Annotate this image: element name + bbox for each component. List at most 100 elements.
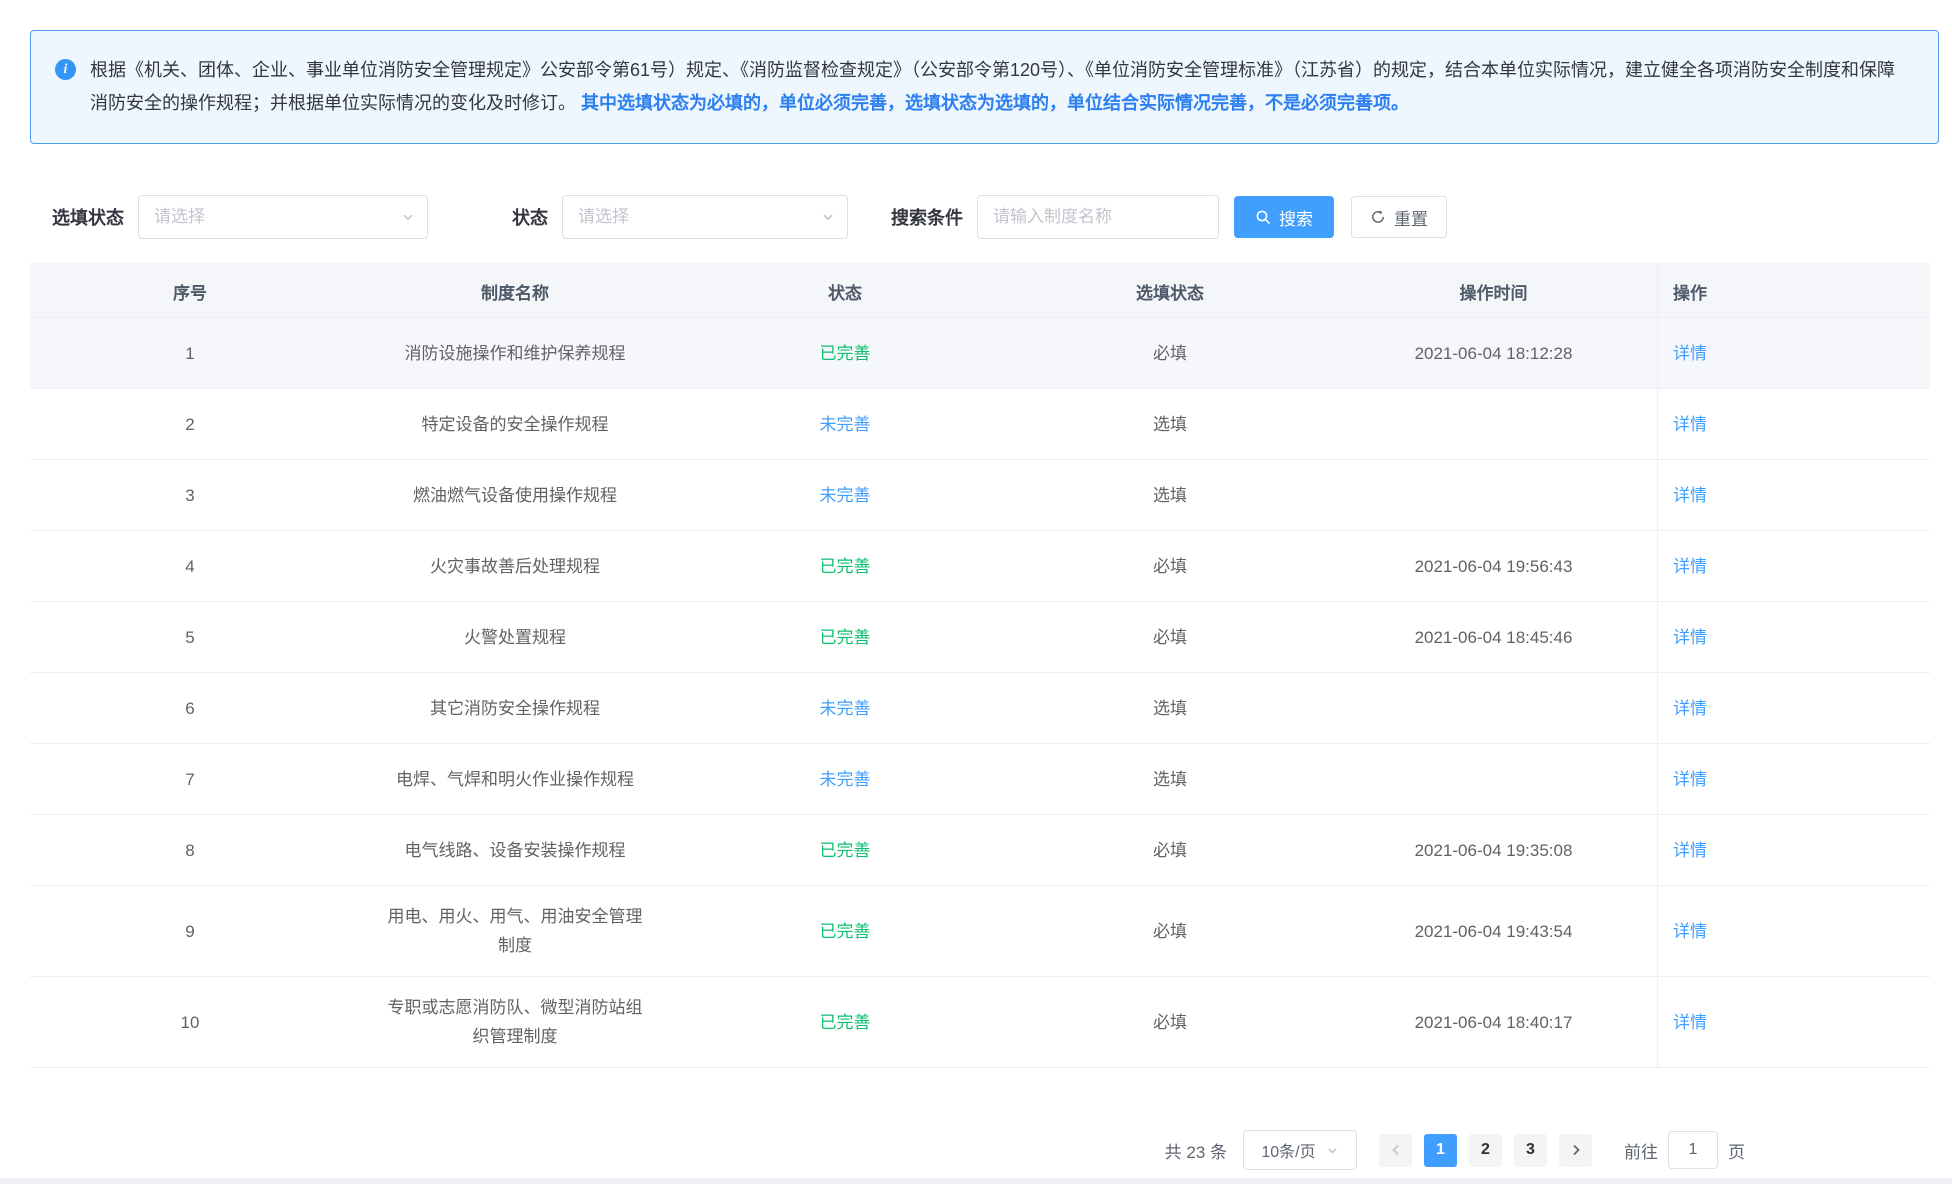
optional-status-select[interactable]	[138, 195, 428, 239]
chevron-left-icon	[1389, 1143, 1403, 1157]
detail-link[interactable]: 详情	[1657, 815, 1722, 885]
row-filler	[1722, 460, 1930, 530]
table-row: 10专职或志愿消防队、微型消防站组织管理制度已完善必填2021-06-04 18…	[30, 977, 1930, 1068]
fill-status-cell: 必填	[1010, 531, 1330, 601]
detail-link[interactable]: 详情	[1657, 673, 1722, 743]
detail-link[interactable]: 详情	[1657, 977, 1722, 1067]
search-button-label: 搜索	[1279, 205, 1313, 230]
prev-page-button[interactable]	[1379, 1134, 1412, 1167]
window-bottom-edge	[0, 1178, 1952, 1184]
status-cell: 已完善	[680, 318, 1010, 388]
status-cell: 未完善	[680, 460, 1010, 530]
fill-status-cell: 必填	[1010, 815, 1330, 885]
search-input-box	[977, 195, 1219, 239]
banner-text-highlight: 其中选填状态为必填的，单位必须完善，选填状态为选填的，单位结合实际情况完善，不是…	[581, 93, 1409, 113]
search-icon	[1255, 209, 1271, 225]
banner-text: 根据《机关、团体、企业、事业单位消防安全管理规定》公安部令第61号）规定、《消防…	[90, 54, 1900, 120]
table-header: 序号 制度名称 状态 选填状态 操作时间 操作	[30, 263, 1930, 318]
optional-status-label: 选填状态	[52, 204, 124, 230]
page-button-1[interactable]: 1	[1424, 1134, 1457, 1167]
detail-link[interactable]: 详情	[1657, 602, 1722, 672]
row-filler	[1722, 744, 1930, 814]
table-row: 9用电、用火、用气、用油安全管理制度已完善必填2021-06-04 19:43:…	[30, 886, 1930, 977]
page-button-3[interactable]: 3	[1514, 1134, 1547, 1167]
detail-link[interactable]: 详情	[1657, 744, 1722, 814]
institution-name-cell: 消防设施操作和维护保养规程	[350, 318, 680, 388]
row-index-cell: 9	[30, 886, 350, 976]
table-body: 1消防设施操作和维护保养规程已完善必填2021-06-04 18:12:28详情…	[30, 318, 1930, 1068]
status-select-input[interactable]	[578, 207, 815, 227]
row-filler	[1722, 815, 1930, 885]
next-page-button[interactable]	[1559, 1134, 1592, 1167]
goto-suffix: 页	[1728, 1138, 1745, 1163]
chevron-right-icon	[1569, 1143, 1583, 1157]
institution-name-cell: 专职或志愿消防队、微型消防站组织管理制度	[350, 977, 680, 1067]
institution-name-cell: 特定设备的安全操作规程	[350, 389, 680, 459]
fill-status-cell: 必填	[1010, 977, 1330, 1067]
row-filler	[1722, 602, 1930, 672]
operation-time-cell	[1330, 460, 1657, 530]
fill-status-cell: 选填	[1010, 460, 1330, 530]
row-index-cell: 4	[30, 531, 350, 601]
search-button[interactable]: 搜索	[1234, 196, 1334, 238]
column-header-index: 序号	[30, 263, 350, 324]
goto-page-input[interactable]	[1668, 1131, 1718, 1169]
status-cell: 已完善	[680, 602, 1010, 672]
status-cell: 已完善	[680, 815, 1010, 885]
table-row: 7电焊、气焊和明火作业操作规程未完善选填详情	[30, 744, 1930, 815]
operation-time-cell: 2021-06-04 18:12:28	[1330, 318, 1657, 388]
institution-name-cell: 火警处置规程	[350, 602, 680, 672]
row-filler	[1722, 389, 1930, 459]
row-index-cell: 8	[30, 815, 350, 885]
optional-status-select-input[interactable]	[154, 207, 395, 227]
detail-link[interactable]: 详情	[1657, 389, 1722, 459]
status-label: 状态	[512, 204, 548, 230]
institution-name-cell: 火灾事故善后处理规程	[350, 531, 680, 601]
status-select[interactable]	[562, 195, 848, 239]
operation-time-cell: 2021-06-04 19:35:08	[1330, 815, 1657, 885]
info-banner: i 根据《机关、团体、企业、事业单位消防安全管理规定》公安部令第61号）规定、《…	[30, 30, 1939, 144]
row-filler	[1722, 977, 1930, 1067]
institution-name-cell: 电焊、气焊和明火作业操作规程	[350, 744, 680, 814]
operation-time-cell	[1330, 389, 1657, 459]
reset-button[interactable]: 重置	[1351, 196, 1447, 238]
chevron-down-icon	[1326, 1144, 1339, 1157]
operation-time-cell	[1330, 744, 1657, 814]
row-index-cell: 3	[30, 460, 350, 530]
status-cell: 未完善	[680, 744, 1010, 814]
info-icon: i	[55, 59, 76, 80]
row-filler	[1722, 673, 1930, 743]
regulations-table: 序号 制度名称 状态 选填状态 操作时间 操作 1消防设施操作和维护保养规程已完…	[30, 263, 1930, 1068]
row-index-cell: 10	[30, 977, 350, 1067]
operation-time-cell: 2021-06-04 18:45:46	[1330, 602, 1657, 672]
chevron-down-icon	[821, 210, 835, 224]
detail-link[interactable]: 详情	[1657, 531, 1722, 601]
detail-link[interactable]: 详情	[1657, 460, 1722, 530]
institution-name-cell: 电气线路、设备安装操作规程	[350, 815, 680, 885]
detail-link[interactable]: 详情	[1657, 886, 1722, 976]
page-button-2[interactable]: 2	[1469, 1134, 1502, 1167]
institution-name-cell: 其它消防安全操作规程	[350, 673, 680, 743]
total-count: 共 23 条	[1165, 1138, 1227, 1163]
page: i 根据《机关、团体、企业、事业单位消防安全管理规定》公安部令第61号）规定、《…	[0, 0, 1952, 1184]
status-cell: 已完善	[680, 886, 1010, 976]
table-row: 5火警处置规程已完善必填2021-06-04 18:45:46详情	[30, 602, 1930, 673]
row-filler	[1722, 886, 1930, 976]
page-size-select[interactable]: 10条/页	[1243, 1130, 1357, 1170]
fill-status-cell: 必填	[1010, 602, 1330, 672]
refresh-icon	[1370, 209, 1386, 225]
search-input[interactable]	[993, 207, 1206, 227]
header-filler	[1722, 263, 1930, 324]
column-header-fill-status: 选填状态	[1010, 263, 1330, 324]
operation-time-cell: 2021-06-04 19:56:43	[1330, 531, 1657, 601]
fill-status-cell: 选填	[1010, 744, 1330, 814]
pagination: 共 23 条 10条/页 123 前往 页	[1165, 1128, 1745, 1172]
table-row: 4火灾事故善后处理规程已完善必填2021-06-04 19:56:43详情	[30, 531, 1930, 602]
table-row: 6其它消防安全操作规程未完善选填详情	[30, 673, 1930, 744]
table-row: 2特定设备的安全操作规程未完善选填详情	[30, 389, 1930, 460]
table-row: 1消防设施操作和维护保养规程已完善必填2021-06-04 18:12:28详情	[30, 318, 1930, 389]
page-buttons: 123	[1412, 1134, 1547, 1167]
institution-name-cell: 燃油燃气设备使用操作规程	[350, 460, 680, 530]
detail-link[interactable]: 详情	[1657, 318, 1722, 388]
fill-status-cell: 必填	[1010, 318, 1330, 388]
